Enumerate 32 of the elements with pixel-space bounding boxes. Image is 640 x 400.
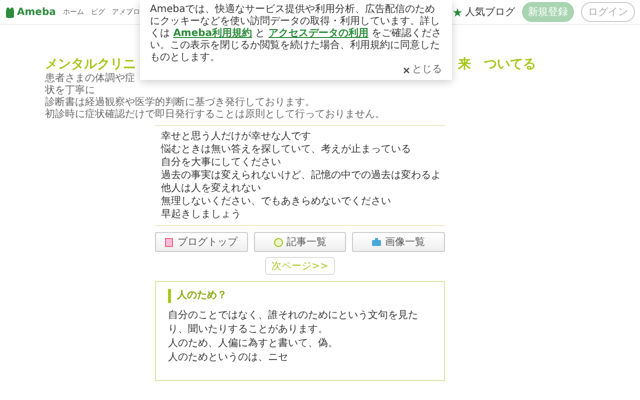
close-icon [403, 66, 410, 74]
logo[interactable]: Ameba [5, 6, 56, 18]
entry-text: 自分のことではなく、誰それのためにという文句を見たり、聞いたりすることがあります。 [168, 309, 419, 337]
notice-text: Amebaでは、快適なサービス提供や利用分析、広告配信のためにクッキーなどを使い訪問データの取得・利用しています。詳しくは Ameba利用規約 と アクセスデータの利用 をご確認ください。この表示を閉じるか閲覧を続けた場合、利用規約に同意したものとします。 [150, 4, 442, 64]
quote-text: 幸せと思う人だけが幸せな人です [160, 130, 312, 143]
blog-description: 患者さまの体調や症状を丁寧に [45, 73, 135, 96]
blog-description: 初診時に症状確認だけで即日発行することは原則として行っておりません。 [45, 109, 386, 121]
circle-icon [274, 238, 282, 246]
quote-text: 悩むときは無い答えを探していて、考えが止まっている [160, 143, 412, 156]
logo-text: Ameba [17, 6, 56, 18]
entry-text: 人のため、人偏に為すと書いて、偽。 [168, 337, 339, 351]
blog-title: メンタルクリニ [45, 56, 136, 72]
notice-link[interactable]: アクセスデータの利用 [268, 28, 368, 39]
blog-description: 診断書は経過観察や医学的判断に基づき発行しております。 [45, 97, 316, 108]
entry-title: 人のため？ [168, 289, 432, 303]
popular-blog-link[interactable]: 人気ブログ [465, 5, 515, 19]
logo-icon [5, 6, 15, 18]
quote-text: 無理しないください、でもあきらめないでください [160, 195, 392, 208]
blog-nav-button[interactable]: 画像一覧 [352, 232, 446, 252]
quote-text: 他人は人を変えれない [160, 182, 262, 195]
blog-nav-button[interactable]: 記事一覧 [254, 232, 346, 252]
page-icon [165, 238, 174, 246]
entry-text: 人のためというのは、ニセ [168, 351, 289, 365]
quote-text: 過去の事実は変えられないけど、記憶の中での過去は変わるよ [160, 169, 442, 182]
close-button[interactable]: とじる [403, 64, 442, 76]
quote-text: 早起きしましょう [160, 208, 242, 221]
blog-nav-button[interactable]: ブログトップ [155, 232, 248, 252]
notice-link[interactable]: Ameba利用規約 [173, 28, 252, 39]
star-icon [453, 8, 462, 16]
quote-text: 自分を大事にしてください [160, 156, 282, 169]
blog-title: 来 ついてる [458, 56, 536, 73]
camera-icon [372, 238, 382, 246]
